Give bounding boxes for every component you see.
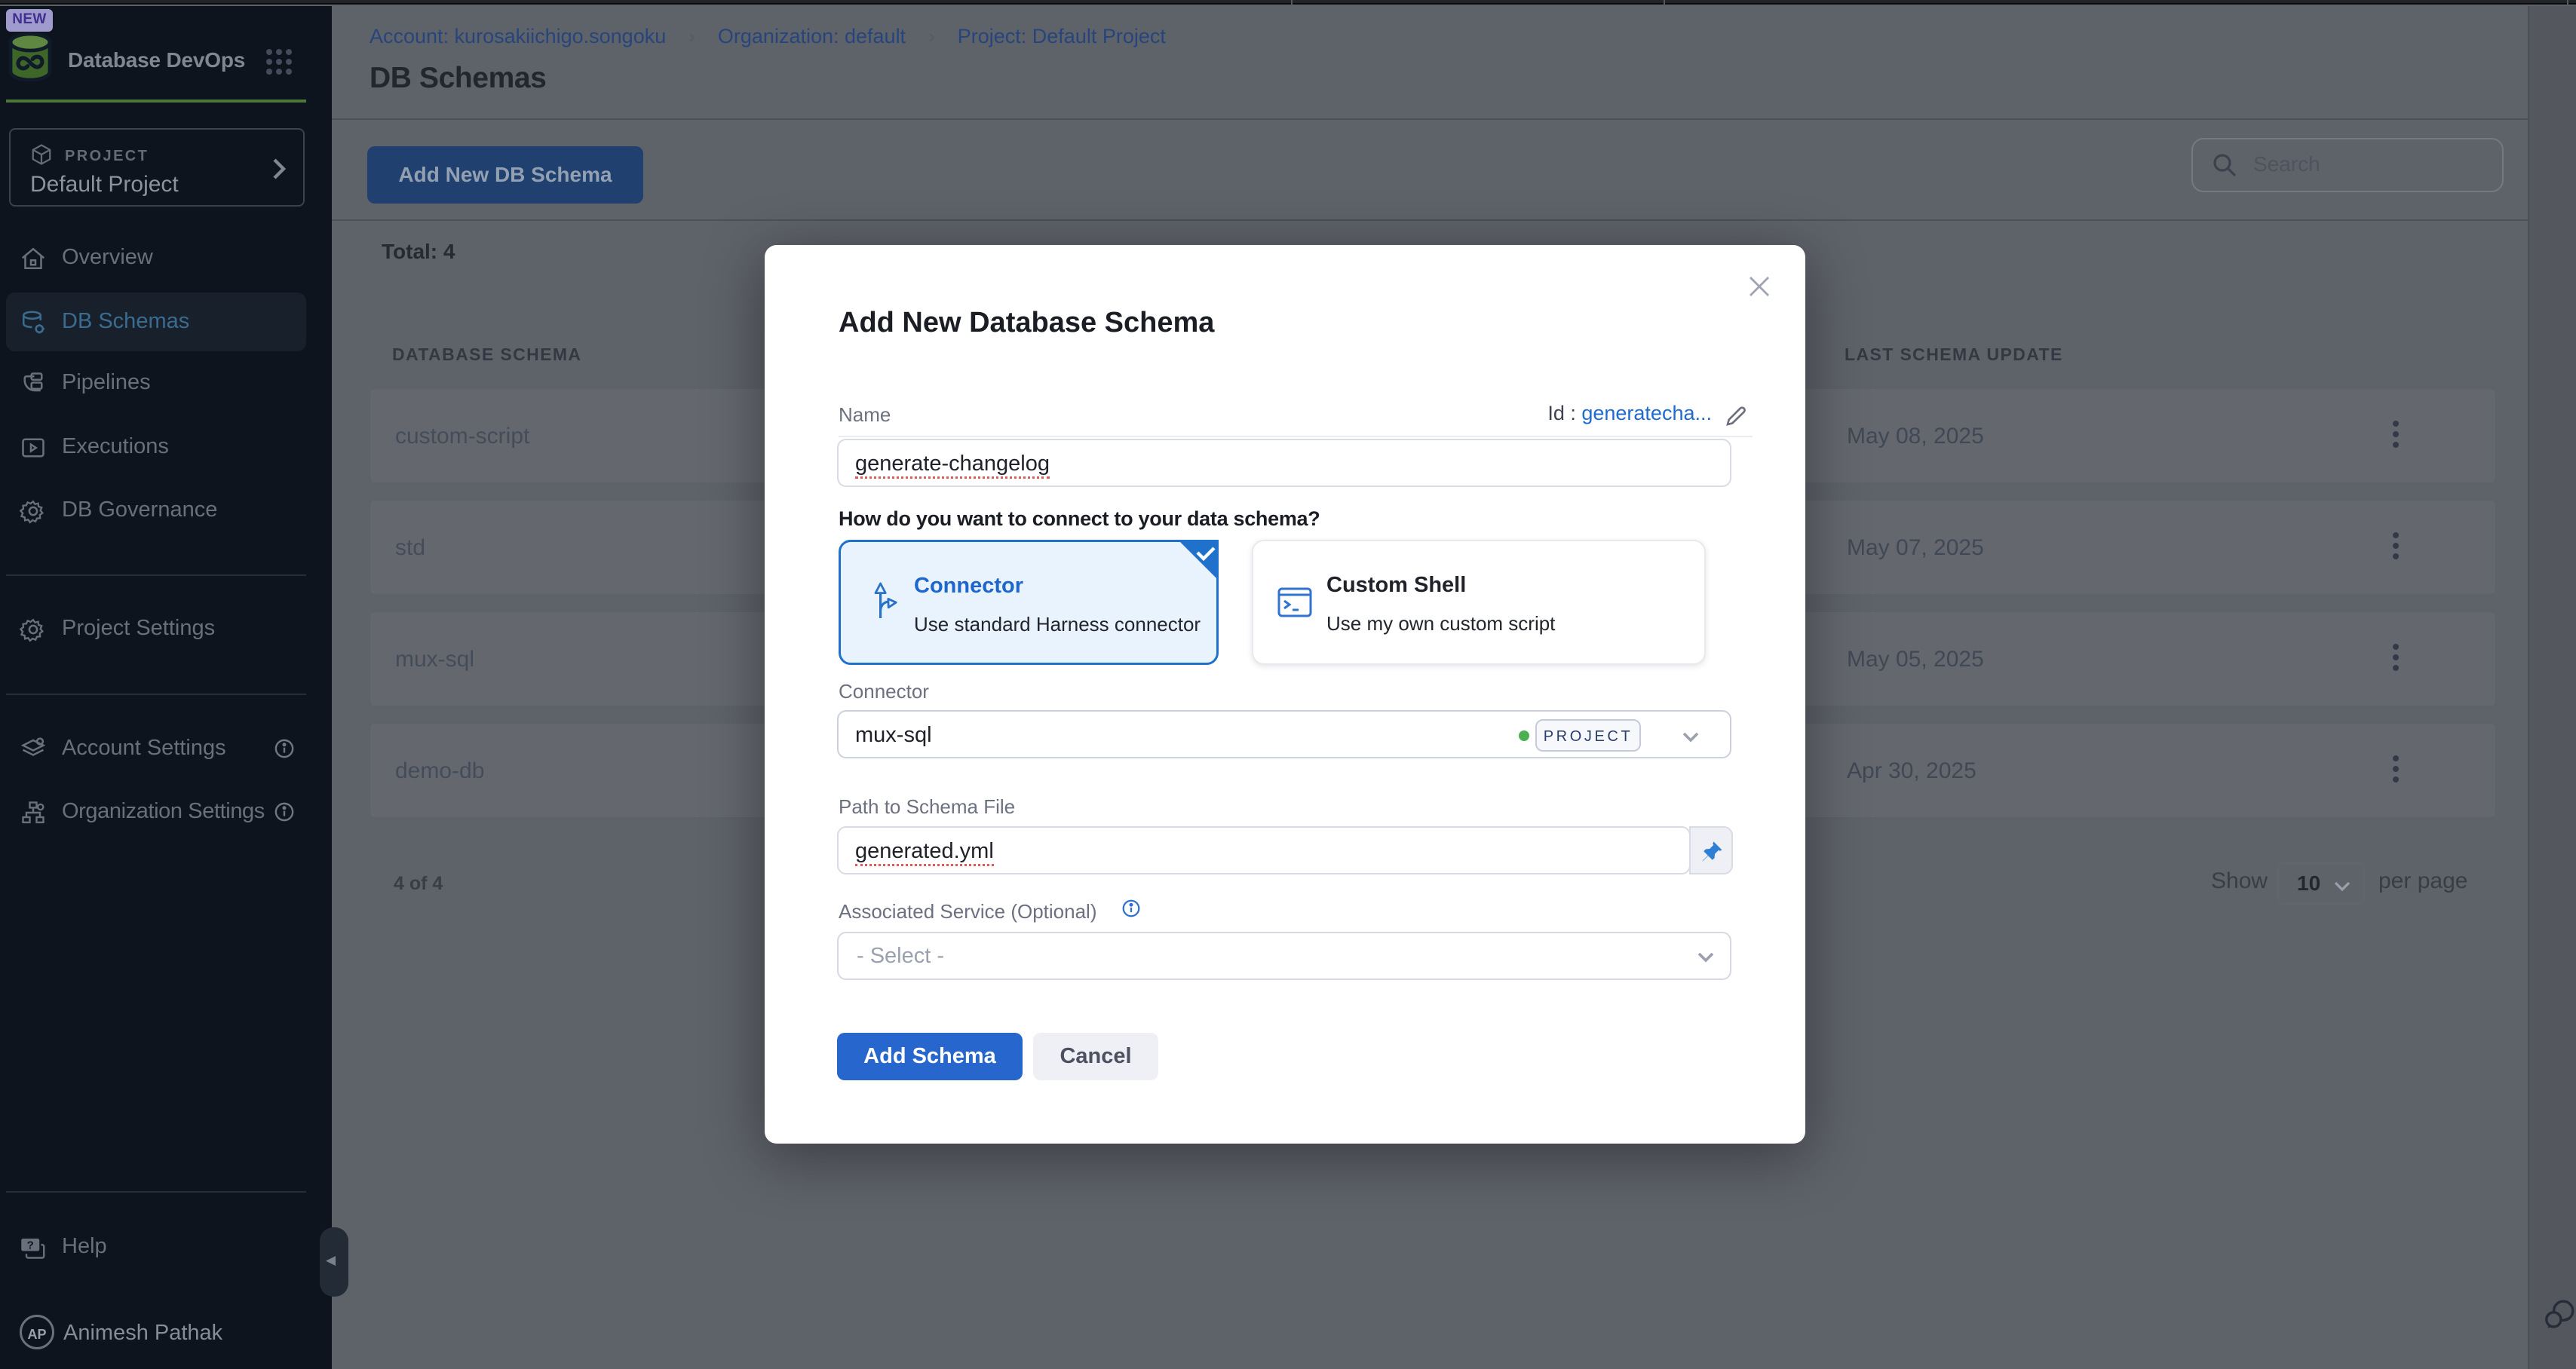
svg-text:?: ? (27, 1239, 34, 1252)
